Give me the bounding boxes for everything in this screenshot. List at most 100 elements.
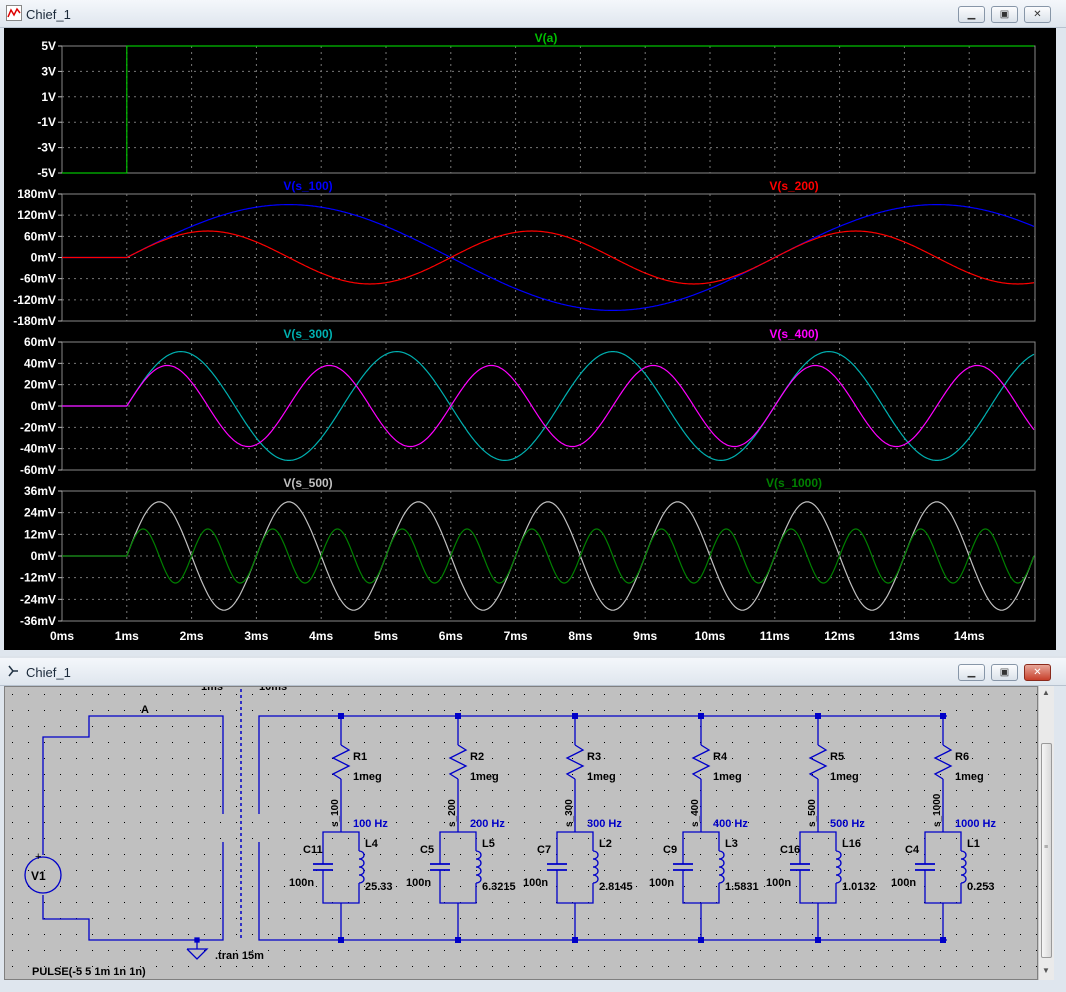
y-tick-label: -60mV [20,463,56,477]
x-tick-label: 14ms [954,629,985,643]
y-tick-label: -3V [37,141,56,155]
frequency-label: 100 Hz [353,818,388,830]
close-button[interactable]: ✕ [1024,6,1051,23]
plot-pane-1: 5V 3V 1V -1V -3V -5V V(a) [37,31,1036,180]
waveform-titlebar[interactable]: Chief_1 ▁ ▣ ✕ [0,0,1066,28]
resistor-value: 1meg [470,771,499,783]
capacitor-name: C4 [905,844,920,856]
scroll-down-icon[interactable]: ▼ [1042,966,1050,975]
resistor-value: 1meg [587,771,616,783]
close-button[interactable]: ✕ [1024,664,1051,681]
capacitor-value: 100n [649,877,674,889]
minimize-button[interactable]: ▁ [958,6,985,23]
svg-text:+: + [35,851,41,863]
schematic-drawing[interactable]: 1ms 10ms + V1 A PULSE(-5 5 1m 1n 1n) .tr… [5,681,1037,979]
resistor-name: R1 [353,751,367,763]
y-tick-label: -36mV [20,614,56,628]
inductor-value: 25.33 [365,881,393,893]
resistor-value: 1meg [955,771,984,783]
y-tick-label: -12mV [20,571,56,585]
inductor-value: 2.8145 [599,881,633,893]
capacitor-name: C11 [303,844,323,856]
x-tick-label: 8ms [568,629,592,643]
y-tick-label: 60mV [24,335,56,349]
inductor-name: L2 [599,838,612,850]
source-name: V1 [31,869,46,883]
x-tick-label: 0ms [50,629,74,643]
resistor-name: R2 [470,751,484,763]
scroll-thumb[interactable]: ≡ [1041,743,1052,958]
schematic-canvas[interactable]: 1ms 10ms + V1 A PULSE(-5 5 1m 1n 1n) .tr… [4,681,1038,980]
frequency-label: 1000 Hz [955,818,996,830]
minimize-button[interactable]: ▁ [958,664,985,681]
net-label: s_500 [807,799,818,827]
trace-label: V(s_500) [283,476,332,490]
capacitor-name: C16 [780,844,800,856]
x-tick-label: 11ms [760,629,790,643]
tran-directive[interactable]: .tran 15m [215,950,264,962]
y-tick-label: 0mV [31,251,56,265]
waveform-app-icon [6,5,22,21]
x-tick-label: 6ms [439,629,463,643]
y-tick-label: 60mV [24,229,56,243]
waveform-window-title: Chief_1 [26,7,71,22]
y-tick-label: -5V [37,166,56,180]
y-tick-label: -24mV [20,592,56,606]
source-value: PULSE(-5 5 1m 1n 1n) [32,966,146,978]
plot-pane-4: 36mV 24mV 12mV 0mV -12mV -24mV -36mV V(s_500) V(… [20,476,1036,643]
inductor-value: 0.253 [967,881,995,893]
frequency-label: 500 Hz [830,818,865,830]
net-label: s_200 [447,799,458,827]
capacitor-value: 100n [289,877,314,889]
inductor-name: L5 [482,838,495,850]
trace-label: V(s_300) [283,327,332,341]
x-tick-label: 13ms [889,629,920,643]
inductor-name: L4 [365,838,379,850]
inductor-name: L3 [725,838,738,850]
y-tick-label: -60mV [20,272,56,286]
schematic-window: Chief_1 ▁ ▣ ✕ 1ms 10ms + V1 A PULSE(-5 5… [0,658,1066,992]
y-tick-label: 180mV [17,187,56,201]
scroll-up-icon[interactable]: ▲ [1042,688,1050,697]
y-tick-label: -40mV [20,442,56,456]
net-label: s_100 [330,799,341,827]
x-tick-label: 3ms [244,629,268,643]
waveform-window: Chief_1 ▁ ▣ ✕ 5V 3V 1V -1V -3V -5V V(a) 180mV 12… [0,0,1066,656]
grid-dots [5,687,1037,979]
y-tick-label: 24mV [24,506,56,520]
y-tick-label: 1V [41,90,56,104]
x-tick-label: 2ms [180,629,204,643]
waveform-plot-area[interactable]: 5V 3V 1V -1V -3V -5V V(a) 180mV 120mV 60mV 0mV -60m… [4,28,1056,650]
trace-label: V(s_400) [769,327,818,341]
capacitor-value: 100n [523,877,548,889]
y-tick-label: -120mV [13,293,56,307]
net-label: s_1000 [932,793,943,827]
resistor-name: R4 [713,751,728,763]
resistor-value: 1meg [713,771,742,783]
maximize-button[interactable]: ▣ [991,664,1018,681]
y-tick-label: 20mV [24,378,56,392]
inductor-value: 1.5831 [725,881,759,893]
x-tick-label: 5ms [374,629,398,643]
x-tick-label: 4ms [309,629,333,643]
maximize-button[interactable]: ▣ [991,6,1018,23]
y-tick-label: 40mV [24,356,56,370]
waveform-plot[interactable]: 5V 3V 1V -1V -3V -5V V(a) 180mV 120mV 60mV 0mV -60m… [4,28,1056,650]
trace-label: V(s_200) [769,179,818,193]
trace-label: V(s_1000) [766,476,822,490]
resistor-name: R3 [587,751,601,763]
capacitor-name: C9 [663,844,677,856]
vertical-scrollbar[interactable]: ▲ ≡ ▼ [1038,686,1054,980]
capacitor-name: C7 [537,844,551,856]
trace-va [62,45,1034,174]
x-tick-label: 1ms [115,629,139,643]
clipped-text-1: 1ms [201,687,223,693]
capacitor-value: 100n [406,877,431,889]
x-tick-label: 7ms [504,629,528,643]
inductor-value: 1.0132 [842,881,876,893]
net-label: s_300 [564,799,575,827]
inductor-name: L1 [967,838,980,850]
schematic-titlebar[interactable]: Chief_1 ▁ ▣ ✕ [0,658,1066,686]
resistor-value: 1meg [353,771,382,783]
frequency-label: 400 Hz [713,818,748,830]
